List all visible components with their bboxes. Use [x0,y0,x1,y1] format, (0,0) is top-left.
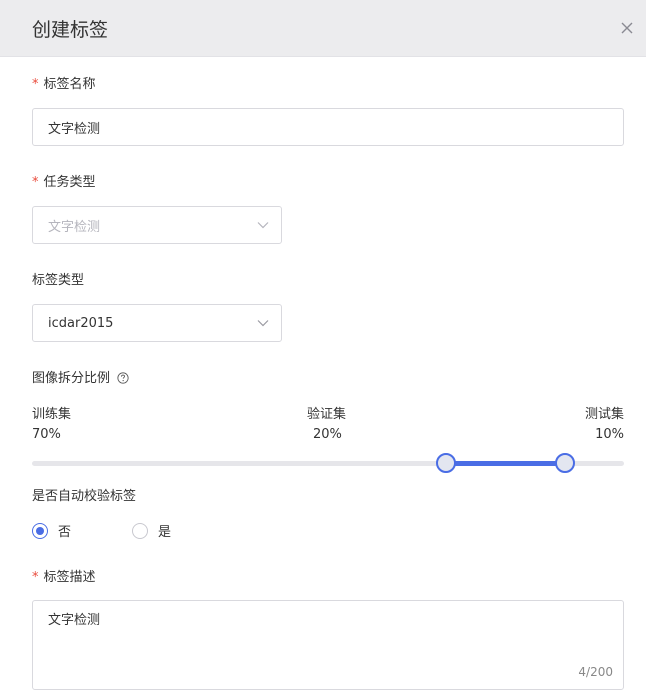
tag-name-label: * 标签名称 [32,73,96,92]
tag-name-input[interactable]: 文字检测 [32,108,624,146]
radio-circle [132,522,148,539]
description-label-text: 标签描述 [43,570,96,585]
radio-circle [32,522,48,539]
radio-yes[interactable]: 是 [132,521,171,540]
required-mark: * [32,77,39,92]
test-label: 测试集 [584,407,624,422]
train-value: 70% [32,427,61,442]
train-val-handle[interactable] [436,453,457,473]
split-label-text: 图像拆分比例 [32,371,111,386]
task-type-label-text: 任务类型 [43,175,96,190]
dialog-header: 创建标签 [0,0,646,57]
task-type-value: 文字检测 [48,219,101,235]
val-range [446,461,565,466]
task-type-select[interactable]: 文字检测 [32,206,282,244]
required-mark: * [32,175,39,190]
tag-name-value: 文字检测 [48,121,101,137]
val-value: 20% [313,427,342,442]
split-label: 图像拆分比例 [32,367,129,386]
dialog-title: 创建标签 [32,19,109,41]
train-label: 训练集 [32,407,72,422]
tag-name-label-text: 标签名称 [43,77,96,92]
description-value: 文字检测 [48,613,101,628]
test-value: 10% [595,427,624,442]
split-slider-track[interactable] [32,461,624,466]
required-mark: * [32,570,39,585]
tag-type-value: icdar2015 [48,315,114,331]
val-test-handle[interactable] [554,453,575,473]
tag-type-label: 标签类型 [32,273,85,288]
close-icon[interactable] [618,19,636,37]
description-label: * 标签描述 [32,566,96,585]
chevron-down-icon [257,222,269,229]
val-label: 验证集 [307,407,347,422]
description-textarea[interactable]: 文字检测 4/200 [32,600,624,690]
chevron-down-icon [257,320,269,327]
task-type-label: * 任务类型 [32,171,96,190]
radio-no-label: 否 [58,525,72,540]
help-circle-icon[interactable] [117,372,129,384]
radio-no[interactable]: 否 [32,521,71,540]
tag-type-select[interactable]: icdar2015 [32,304,282,342]
radio-yes-label: 是 [158,525,172,540]
char-counter: 4/200 [578,665,613,679]
auto-check-label: 是否自动校验标签 [32,489,137,504]
